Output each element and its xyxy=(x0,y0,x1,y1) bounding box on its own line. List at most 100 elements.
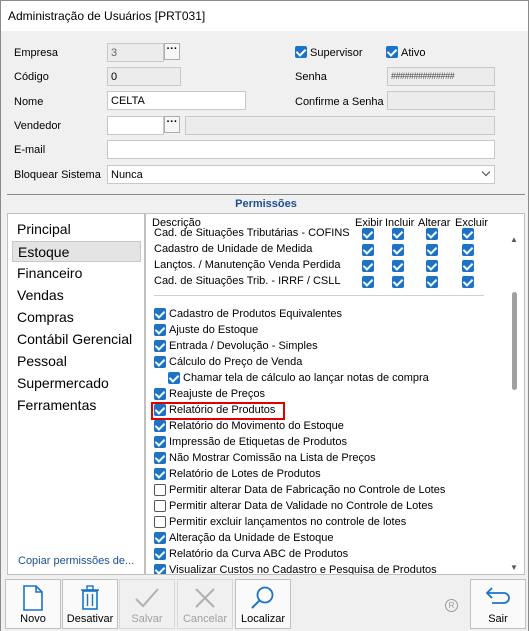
permission-checkbox[interactable] xyxy=(154,500,166,513)
nav-item-financeiro[interactable]: Financeiro xyxy=(12,263,141,284)
permission-checkbox[interactable] xyxy=(362,260,374,273)
localizar-label: Localizar xyxy=(240,613,286,625)
sair-label: Sair xyxy=(488,613,508,625)
cancelar-button[interactable]: Cancelar xyxy=(177,579,233,629)
permission-item[interactable]: Ajuste do Estoque xyxy=(154,324,258,340)
senha-field[interactable]: ############## xyxy=(387,67,495,86)
nav-item-supermercado[interactable]: Supermercado xyxy=(12,373,141,394)
permission-checkbox[interactable] xyxy=(154,468,166,481)
empresa-lookup-button[interactable]: ··· xyxy=(164,43,180,60)
permission-checkbox[interactable] xyxy=(154,324,166,337)
trash-icon xyxy=(81,585,99,610)
permission-checkbox[interactable] xyxy=(392,228,404,241)
permission-label: Ajuste do Estoque xyxy=(169,324,259,336)
nav-item-cont-bil-gerencial[interactable]: Contábil Gerencial xyxy=(12,329,141,350)
permission-item[interactable]: Permitir alterar Data de Validade no Con… xyxy=(154,500,433,516)
permission-checkbox[interactable] xyxy=(154,308,166,321)
codigo-field[interactable]: 0 xyxy=(107,67,181,86)
permission-checkbox[interactable] xyxy=(154,436,166,449)
desativar-label: Desativar xyxy=(66,613,114,625)
permission-item[interactable]: Relatório do Movimento do Estoque xyxy=(154,420,344,436)
permission-label: Relatório do Movimento do Estoque xyxy=(169,420,344,432)
permission-label: Chamar tela de cálculo ao lançar notas d… xyxy=(183,372,429,384)
nav-item-pessoal[interactable]: Pessoal xyxy=(12,351,141,372)
permission-checkbox[interactable] xyxy=(426,276,438,289)
localizar-button[interactable]: Localizar xyxy=(235,579,291,629)
scroll-thumb[interactable] xyxy=(512,292,517,390)
vendedor-name-field xyxy=(185,116,495,135)
permission-item[interactable]: Cálculo do Preço de Venda xyxy=(154,356,302,372)
nav-item-estoque[interactable]: Estoque xyxy=(12,241,141,262)
permission-checkbox[interactable] xyxy=(154,356,166,369)
salvar-button[interactable]: Salvar xyxy=(119,579,175,629)
confirme-senha-field[interactable] xyxy=(387,91,495,110)
permission-label: Relatório de Lotes de Produtos xyxy=(169,468,321,480)
permission-checkbox[interactable] xyxy=(392,244,404,257)
permission-item[interactable]: Relatório de Lotes de Produtos xyxy=(154,468,321,484)
permission-item[interactable]: Visualizar Custos no Cadastro e Pesquisa… xyxy=(154,564,437,574)
copy-permissions-link[interactable]: Copiar permissões de... xyxy=(18,555,134,567)
vendedor-field[interactable] xyxy=(107,116,164,135)
bloquear-select[interactable]: Nunca xyxy=(107,165,495,184)
scroll-down-icon[interactable]: ▼ xyxy=(510,563,518,572)
permission-checkbox[interactable] xyxy=(392,260,404,273)
permission-checkbox[interactable] xyxy=(154,388,166,401)
scrollbar[interactable]: ▲ ▼ xyxy=(508,232,522,574)
permission-item[interactable]: Impressão de Etiquetas de Produtos xyxy=(154,436,347,452)
permission-checkbox[interactable] xyxy=(426,228,438,241)
email-field[interactable] xyxy=(107,140,495,159)
permission-checkbox[interactable] xyxy=(426,244,438,257)
permission-checkbox[interactable] xyxy=(154,484,166,497)
permission-checkbox[interactable] xyxy=(154,340,166,353)
supervisor-checkbox[interactable] xyxy=(295,46,307,59)
vendedor-label: Vendedor xyxy=(14,120,62,132)
permission-item[interactable]: Permitir excluir lançamentos no controle… xyxy=(154,516,406,532)
permission-checkbox[interactable] xyxy=(362,228,374,241)
scroll-up-icon[interactable]: ▲ xyxy=(510,235,518,244)
permission-checkbox[interactable] xyxy=(462,276,474,289)
empresa-field[interactable]: 3 xyxy=(107,43,164,62)
permission-checkbox[interactable] xyxy=(462,260,474,273)
permission-checkbox[interactable] xyxy=(154,516,166,529)
vendedor-lookup-button[interactable]: ··· xyxy=(164,116,180,133)
permission-checkbox[interactable] xyxy=(168,372,180,385)
chevron-down-icon xyxy=(481,167,491,177)
checkmark-icon xyxy=(135,588,159,608)
permission-checkbox[interactable] xyxy=(154,420,166,433)
permission-checkbox[interactable] xyxy=(362,244,374,257)
novo-button[interactable]: Novo xyxy=(5,579,61,629)
nav-item-vendas[interactable]: Vendas xyxy=(12,285,141,306)
permission-item[interactable]: Chamar tela de cálculo ao lançar notas d… xyxy=(168,372,429,388)
permission-checkbox[interactable] xyxy=(154,452,166,465)
ativo-label: Ativo xyxy=(401,47,426,59)
permission-item[interactable]: Permitir alterar Data de Fabricação no C… xyxy=(154,484,445,500)
permissions-nav: Principal Estoque Financeiro Vendas Compras C… xyxy=(7,213,145,575)
permission-checkbox[interactable] xyxy=(392,276,404,289)
permission-item[interactable]: Cadastro de Produtos Equivalentes xyxy=(154,308,342,324)
sair-button[interactable]: Sair xyxy=(470,579,526,629)
nome-field[interactable]: CELTA xyxy=(107,91,246,110)
permission-item[interactable]: Alteração da Unidade de Estoque xyxy=(154,532,334,548)
permission-item[interactable]: Entrada / Devolução - Simples xyxy=(154,340,318,356)
desativar-button[interactable]: Desativar xyxy=(62,579,118,629)
search-icon xyxy=(251,586,274,609)
nav-item-principal[interactable]: Principal xyxy=(12,219,141,240)
nav-item-ferramentas[interactable]: Ferramentas xyxy=(12,395,141,416)
registered-icon: R xyxy=(445,599,458,612)
new-document-icon xyxy=(23,585,43,611)
permission-checkbox[interactable] xyxy=(154,548,166,561)
return-arrow-icon xyxy=(485,587,510,604)
permission-checkbox[interactable] xyxy=(462,228,474,241)
supervisor-label: Supervisor xyxy=(310,47,363,59)
bloquear-value: Nunca xyxy=(111,169,143,181)
permission-item[interactable]: Relatório da Curva ABC de Produtos xyxy=(154,548,348,564)
permission-checkbox[interactable] xyxy=(362,276,374,289)
permission-item[interactable]: Não Mostrar Comissão na Lista de Preços xyxy=(154,452,376,468)
table-row: Cadastro de Unidade de Medida xyxy=(154,243,313,255)
permission-checkbox[interactable] xyxy=(154,564,166,574)
permission-checkbox[interactable] xyxy=(154,532,166,545)
ativo-checkbox[interactable] xyxy=(386,46,398,59)
permission-checkbox[interactable] xyxy=(426,260,438,273)
permission-checkbox[interactable] xyxy=(462,244,474,257)
nav-item-compras[interactable]: Compras xyxy=(12,307,141,328)
